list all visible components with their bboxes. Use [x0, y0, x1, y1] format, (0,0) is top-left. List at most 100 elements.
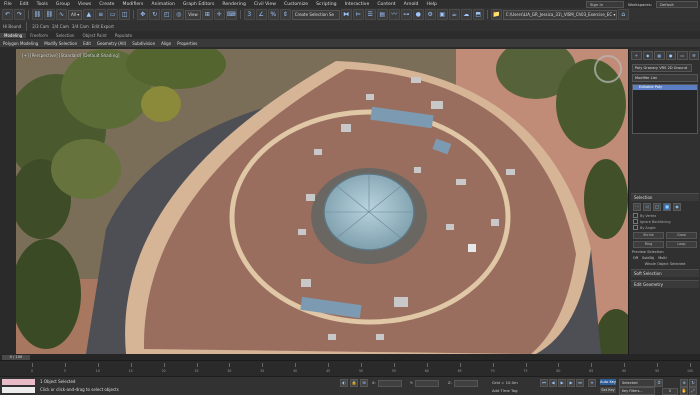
project-folder-icon[interactable]: ⌂ [617, 9, 629, 20]
curve-editor-icon[interactable]: 〰 [388, 9, 400, 20]
maxscript-listener-field[interactable] [2, 379, 35, 385]
selection-lock-icon[interactable]: 🔒 [350, 379, 358, 387]
render-production-icon[interactable]: ☕ [448, 9, 460, 20]
motion-tab-icon[interactable]: ● [665, 51, 676, 60]
menu-group[interactable]: Group [52, 2, 74, 7]
ribbon-geometry-all[interactable]: Geometry (All) [94, 41, 129, 46]
go-to-start-icon[interactable]: ⏮ [540, 379, 548, 387]
ring-button[interactable]: Ring [633, 241, 664, 248]
menu-tools[interactable]: Tools [33, 2, 52, 7]
folder-icon[interactable]: 📁 [490, 9, 502, 20]
ribbon-subdivision[interactable]: Subdivision [129, 41, 158, 46]
track-bar[interactable]: 0 5 10 15 20 25 30 35 40 45 50 55 60 65 70 75 80 85 90 95 10… [0, 360, 700, 377]
element-icon[interactable]: ◉ [673, 203, 681, 211]
by-angle-check[interactable]: By Angle: [633, 225, 697, 230]
zoom-extents-icon[interactable]: ⊕ [680, 379, 688, 387]
menu-content[interactable]: Content [373, 2, 399, 7]
placement-icon[interactable]: ◎ [173, 9, 185, 20]
maxscript-output-field[interactable] [2, 387, 35, 393]
render-cloud-icon[interactable]: ☁ [460, 9, 472, 20]
checkbox[interactable] [633, 225, 638, 230]
menu-customize[interactable]: Customize [280, 2, 312, 7]
menu-arnold[interactable]: Arnold [400, 2, 423, 7]
key-mode-icon[interactable]: ⟡ [588, 379, 596, 387]
play-icon[interactable]: ▶ [558, 379, 566, 387]
add-time-tag[interactable]: Add Time Tag [492, 388, 517, 393]
ribbon-polygon-modeling[interactable]: Polygon Modeling [0, 41, 41, 46]
align-icon[interactable]: ⊨ [352, 9, 364, 20]
rendered-frame-window-icon[interactable]: ▣ [436, 9, 448, 20]
selection-filter-dropdown[interactable]: All ▾ [68, 9, 83, 20]
checkbox[interactable] [633, 213, 638, 218]
toolbar2-cam-23[interactable]: 2/3 Cam [32, 24, 49, 29]
workspace-dropdown[interactable]: Default [656, 0, 698, 8]
toolbar2-cam-34[interactable]: 3/4 Cam [72, 24, 89, 29]
edit-geometry-rollout-header[interactable]: Edit Geometry [631, 280, 699, 288]
create-tab-icon[interactable]: + [631, 51, 642, 60]
percent-snap-icon[interactable]: % [267, 9, 279, 20]
loop-button[interactable]: Loop [666, 241, 697, 248]
tab-populate[interactable]: Populate [111, 33, 136, 38]
unlink-icon[interactable]: ⛓ [44, 9, 55, 20]
redo-icon[interactable]: ↷ [14, 9, 25, 20]
y-field[interactable] [414, 379, 439, 387]
select-by-name-icon[interactable]: ≡ [95, 9, 107, 20]
soft-selection-rollout-header[interactable]: Soft Selection [631, 269, 699, 277]
tab-freeform[interactable]: Freeform [26, 33, 52, 38]
ribbon-align[interactable]: Align [158, 41, 174, 46]
object-name-field[interactable]: Poly Granary VRS 2D Ground [632, 64, 692, 72]
toolbar2-hi-bound[interactable]: Hi Bound [3, 24, 21, 29]
render-setup-icon[interactable]: ⚙ [424, 9, 436, 20]
reference-coordinate-dropdown[interactable]: View [185, 9, 201, 20]
toggle-ribbon-icon[interactable]: ▤ [376, 9, 388, 20]
tab-object-paint[interactable]: Object Paint [78, 33, 110, 38]
modify-tab-icon[interactable]: ◆ [642, 51, 653, 60]
preview-subobj-radio[interactable]: SubObj [642, 256, 654, 260]
set-key-button[interactable]: Set Key [600, 387, 616, 393]
tab-modeling[interactable]: Modeling [0, 32, 27, 38]
menu-civil-view[interactable]: Civil View [250, 2, 280, 7]
material-editor-icon[interactable]: ● [412, 9, 424, 20]
tab-selection[interactable]: Selection [52, 33, 78, 38]
display-tab-icon[interactable]: ▭ [677, 51, 688, 60]
menu-animation[interactable]: Animation [147, 2, 178, 7]
named-selection-set-dropdown[interactable]: Create Selection Se [291, 9, 340, 20]
hierarchy-tab-icon[interactable]: ▦ [654, 51, 665, 60]
absolute-mode-icon[interactable]: ⊞ [360, 379, 368, 387]
menu-graph-editors[interactable]: Graph Editors [179, 2, 219, 7]
sign-in-button[interactable]: Sign In [585, 0, 624, 8]
next-frame-icon[interactable]: ▶ [567, 379, 575, 387]
toolbar2-edit-export[interactable]: Edit Export [92, 24, 114, 29]
shrink-button[interactable]: Shrink [633, 232, 664, 239]
rotate-icon[interactable]: ↻ [149, 9, 161, 20]
polygon-icon[interactable]: ■ [663, 203, 671, 211]
mirror-icon[interactable]: ⧓ [340, 9, 352, 20]
z-field[interactable] [453, 379, 478, 387]
previous-frame-icon[interactable]: ◀ [549, 379, 557, 387]
time-slider[interactable]: 0 / 100 [2, 354, 30, 360]
menu-scripting[interactable]: Scripting [312, 2, 340, 7]
window-crossing-icon[interactable]: ◫ [119, 9, 131, 20]
time-configuration-icon[interactable]: ⏱ [655, 379, 663, 387]
select-object-icon[interactable]: ▲ [83, 9, 95, 20]
ribbon-edit[interactable]: Edit [80, 41, 94, 46]
viewport-label[interactable]: [+] [Perspective] [Standard] [Default Sh… [22, 53, 120, 58]
ignore-backfacing-check[interactable]: Ignore Backfacing [633, 219, 697, 224]
menu-interactive[interactable]: Interactive [341, 2, 374, 7]
a360-gallery-icon[interactable]: ⬒ [472, 9, 484, 20]
menu-rendering[interactable]: Rendering [218, 2, 249, 7]
layer-explorer-icon[interactable]: ☰ [364, 9, 376, 20]
scale-icon[interactable]: ◰ [161, 9, 173, 20]
ribbon-modify-selection[interactable]: Modify Selection [41, 41, 80, 46]
viewcube[interactable] [594, 55, 622, 83]
stack-item-editable-poly[interactable]: Editable Poly [633, 85, 697, 90]
selection-rollout-header[interactable]: Selection [631, 193, 699, 201]
isolate-selection-icon[interactable]: ◐ [340, 379, 348, 387]
menu-modifiers[interactable]: Modifiers [118, 2, 147, 7]
menu-edit[interactable]: Edit [16, 2, 33, 7]
keyboard-shortcut-icon[interactable]: ⌨ [225, 9, 237, 20]
angle-snap-icon[interactable]: ∠ [255, 9, 267, 20]
select-manipulate-icon[interactable]: ✛ [213, 9, 225, 20]
preview-off-radio[interactable]: Off [633, 256, 638, 260]
menu-create[interactable]: Create [95, 2, 118, 7]
